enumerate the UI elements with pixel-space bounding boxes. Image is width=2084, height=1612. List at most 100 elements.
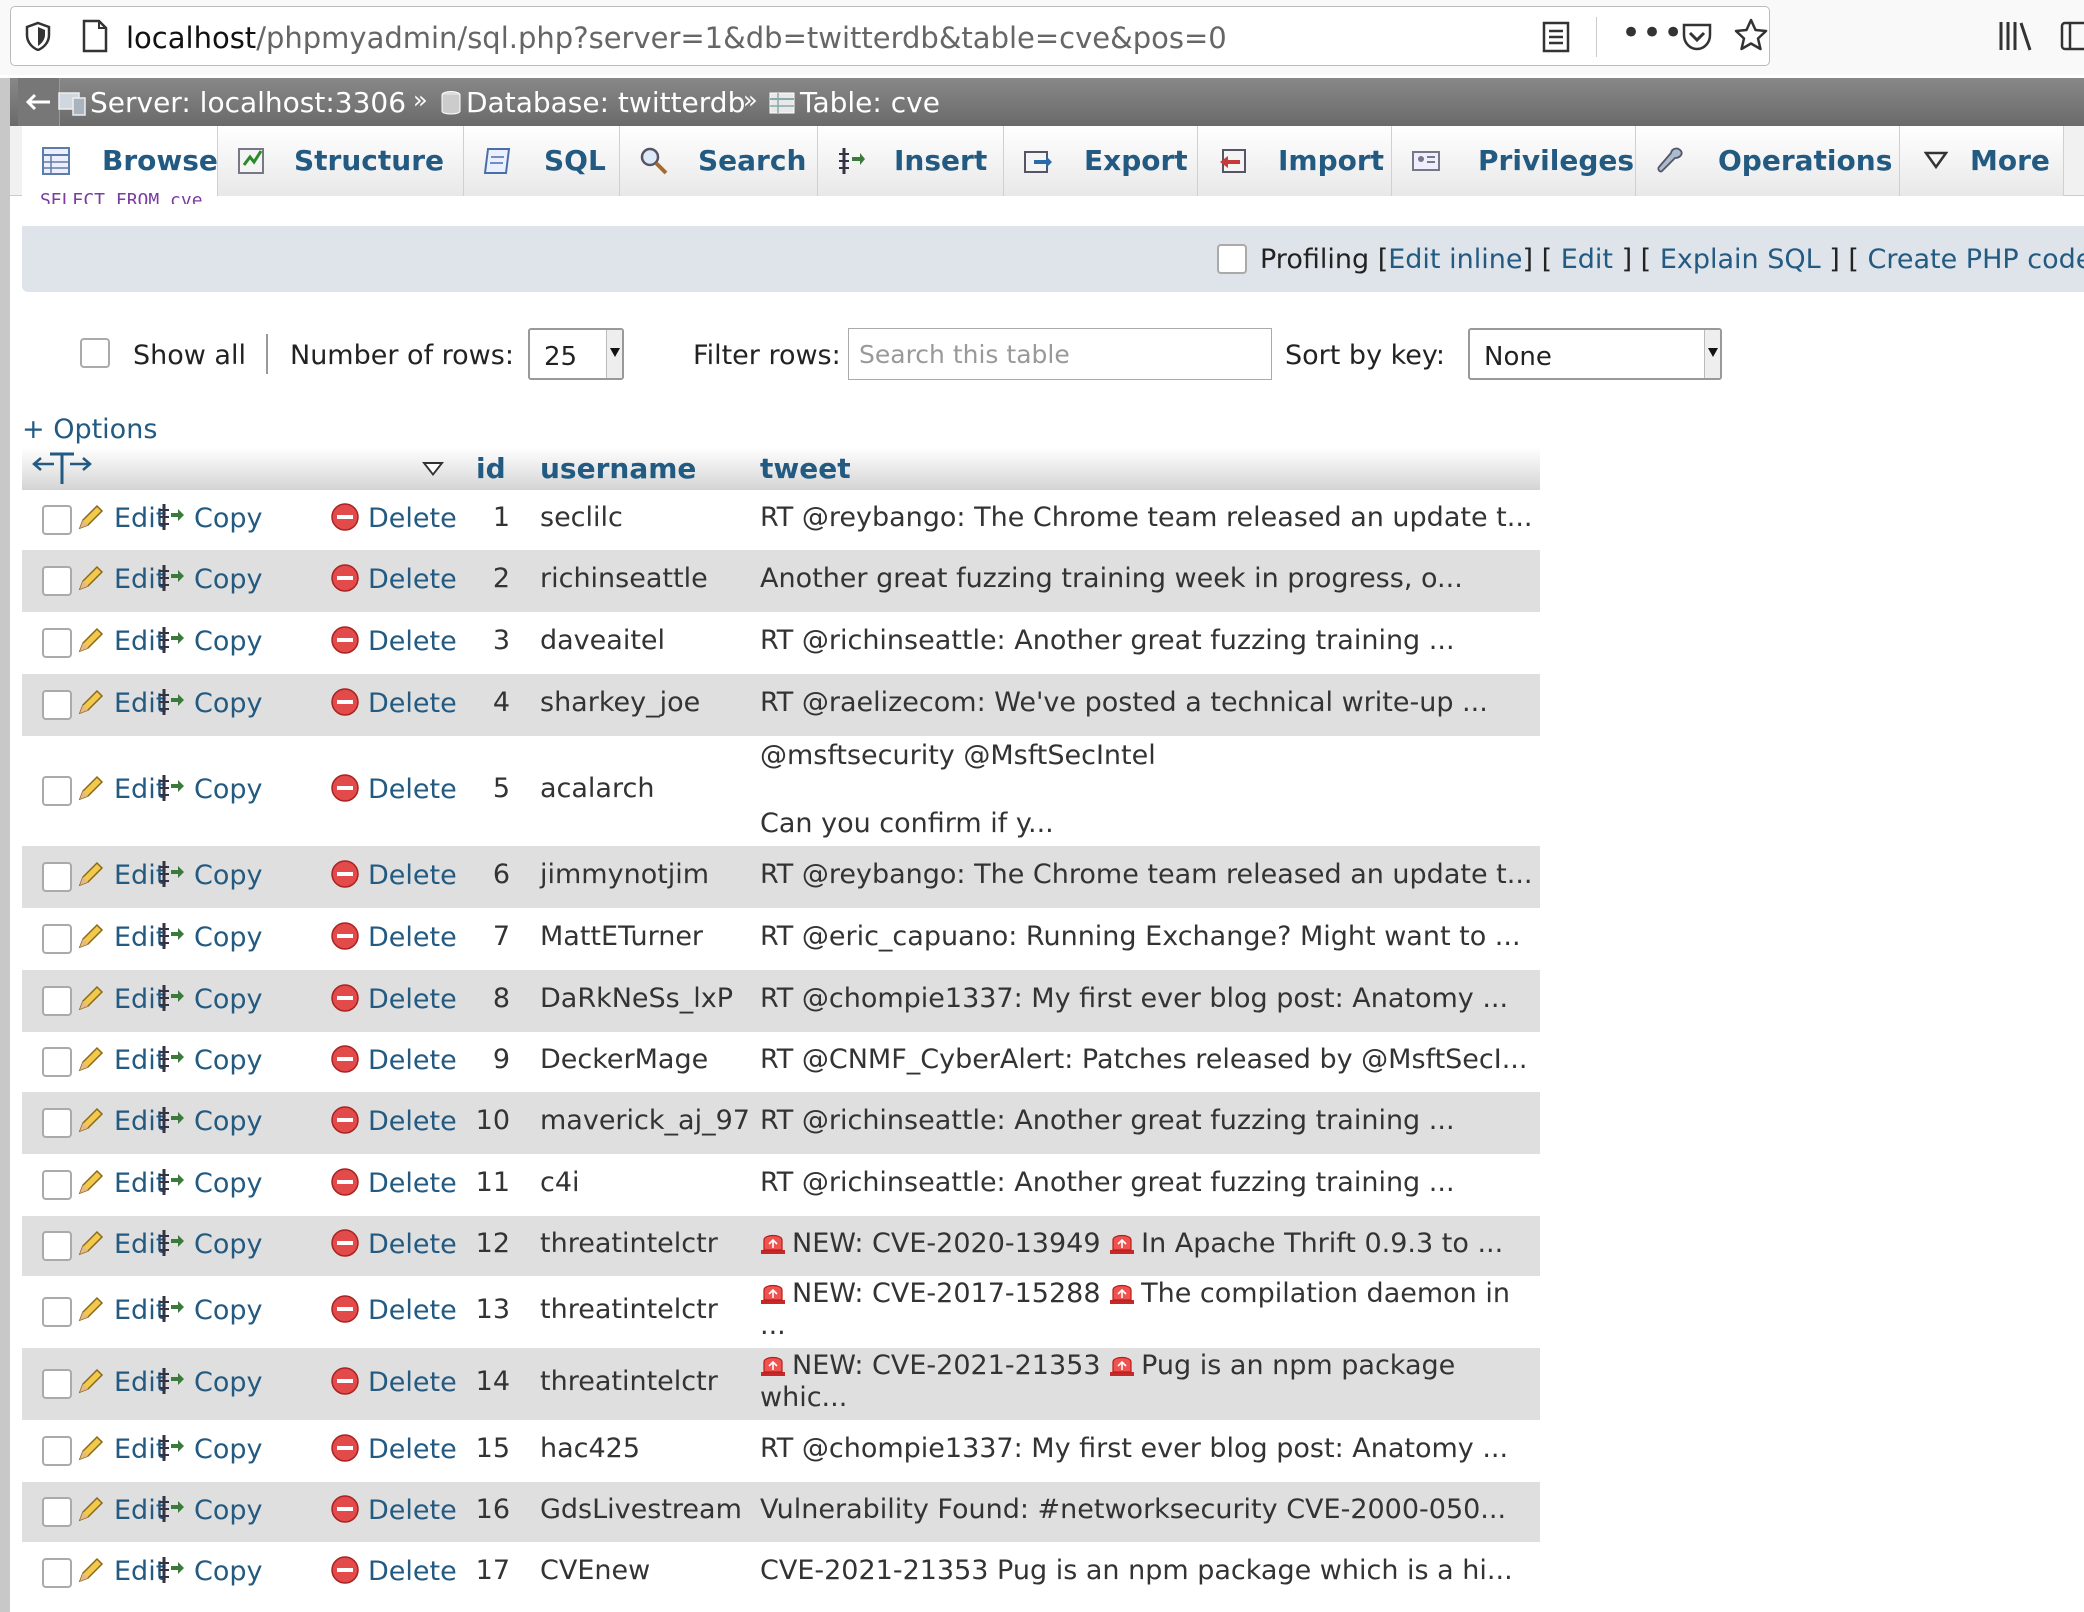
breadcrumb-table[interactable]: Table: cve — [768, 86, 940, 119]
delete-row-button[interactable]: Delete — [330, 859, 457, 891]
delete-row-button[interactable]: Delete — [330, 502, 457, 534]
copy-row-button[interactable]: Copy — [156, 1494, 263, 1526]
edit-row-button[interactable]: Edit — [76, 1433, 166, 1465]
delete-row-button[interactable]: Delete — [330, 1228, 457, 1260]
delete-row-button[interactable]: Delete — [330, 687, 457, 719]
tab-browse[interactable]: Browse — [22, 126, 218, 196]
row-select-checkbox[interactable] — [42, 1231, 72, 1261]
copy-row-button[interactable]: Copy — [156, 1167, 263, 1199]
copy-row-button[interactable]: Copy — [156, 1366, 263, 1398]
column-header-tweet[interactable]: tweet — [760, 452, 851, 485]
sidebar-icon[interactable] — [2060, 20, 2084, 52]
delete-row-button[interactable]: Delete — [330, 1494, 457, 1526]
copy-row-button[interactable]: Copy — [156, 1555, 263, 1587]
column-header-username[interactable]: username — [540, 452, 696, 485]
row-select-checkbox[interactable] — [42, 505, 72, 535]
reader-view-icon[interactable] — [1541, 21, 1571, 53]
breadcrumb-database[interactable]: Database: twitterdb — [440, 86, 745, 119]
row-select-checkbox[interactable] — [42, 628, 72, 658]
edit-row-button[interactable]: Edit — [76, 773, 166, 805]
delete-row-button[interactable]: Delete — [330, 1433, 457, 1465]
tab-insert[interactable]: Insert — [818, 126, 1004, 196]
sort-by-key-select[interactable]: None — [1468, 328, 1722, 380]
row-select-checkbox[interactable] — [42, 1297, 72, 1327]
copy-row-button[interactable]: Copy — [156, 563, 263, 595]
edit-row-button[interactable]: Edit — [76, 1105, 166, 1137]
row-select-checkbox[interactable] — [42, 1369, 72, 1399]
edit-row-button[interactable]: Edit — [76, 1044, 166, 1076]
edit-row-button[interactable]: Edit — [76, 983, 166, 1015]
edit-row-button[interactable]: Edit — [76, 1366, 166, 1398]
row-select-checkbox[interactable] — [42, 1436, 72, 1466]
edit-row-button[interactable]: Edit — [76, 1494, 166, 1526]
url-text[interactable]: localhost/phpmyadmin/sql.php?server=1&db… — [126, 21, 1227, 55]
delete-row-button[interactable]: Delete — [330, 625, 457, 657]
row-select-checkbox[interactable] — [42, 566, 72, 596]
row-select-checkbox[interactable] — [42, 1047, 72, 1077]
copy-row-button[interactable]: Copy — [156, 502, 263, 534]
bookmark-star-icon[interactable] — [1734, 18, 1768, 52]
copy-row-button[interactable]: Copy — [156, 625, 263, 657]
copy-row-button[interactable]: Copy — [156, 1294, 263, 1326]
delete-row-button[interactable]: Delete — [330, 1555, 457, 1587]
column-options-dropdown-icon[interactable] — [422, 462, 444, 476]
filter-rows-input[interactable] — [848, 328, 1272, 380]
tab-structure[interactable]: Structure — [218, 126, 464, 196]
breadcrumb-server[interactable]: Server: localhost:3306 — [58, 86, 406, 119]
shield-icon[interactable] — [25, 21, 51, 51]
copy-row-button[interactable]: Copy — [156, 1228, 263, 1260]
edit-row-button[interactable]: Edit — [76, 1228, 166, 1260]
edit-row-button[interactable]: Edit — [76, 921, 166, 953]
explain-sql-link[interactable]: Explain SQL — [1660, 244, 1821, 275]
copy-row-button[interactable]: Copy — [156, 921, 263, 953]
edit-row-button[interactable]: Edit — [76, 687, 166, 719]
navigation-panel-edge[interactable] — [0, 78, 10, 1612]
edit-row-button[interactable]: Edit — [76, 1294, 166, 1326]
delete-row-button[interactable]: Delete — [330, 1044, 457, 1076]
column-resize-icon[interactable] — [32, 450, 92, 486]
edit-row-button[interactable]: Edit — [76, 502, 166, 534]
row-select-checkbox[interactable] — [42, 862, 72, 892]
copy-row-button[interactable]: Copy — [156, 1433, 263, 1465]
row-select-checkbox[interactable] — [42, 924, 72, 954]
tab-operations[interactable]: Operations — [1636, 126, 1900, 196]
row-select-checkbox[interactable] — [42, 776, 72, 806]
row-select-checkbox[interactable] — [42, 1497, 72, 1527]
row-select-checkbox[interactable] — [42, 1170, 72, 1200]
delete-row-button[interactable]: Delete — [330, 773, 457, 805]
tab-more[interactable]: More — [1900, 126, 2064, 196]
edit-row-button[interactable]: Edit — [76, 1555, 166, 1587]
row-select-checkbox[interactable] — [42, 690, 72, 720]
delete-row-button[interactable]: Delete — [330, 1294, 457, 1326]
pocket-icon[interactable] — [1681, 21, 1713, 53]
delete-row-button[interactable]: Delete — [330, 983, 457, 1015]
tab-export[interactable]: Export — [1004, 126, 1198, 196]
delete-row-button[interactable]: Delete — [330, 921, 457, 953]
edit-row-button[interactable]: Edit — [76, 859, 166, 891]
row-select-checkbox[interactable] — [42, 986, 72, 1016]
page-info-icon[interactable] — [81, 19, 109, 53]
collapse-navigation-button[interactable] — [18, 78, 60, 126]
options-toggle-link[interactable]: + Options — [22, 414, 157, 445]
show-all-checkbox[interactable] — [80, 338, 110, 368]
row-select-checkbox[interactable] — [42, 1558, 72, 1588]
tab-privileges[interactable]: Privileges — [1392, 126, 1636, 196]
copy-row-button[interactable]: Copy — [156, 773, 263, 805]
copy-row-button[interactable]: Copy — [156, 859, 263, 891]
column-header-id[interactable]: id — [476, 452, 506, 485]
tab-import[interactable]: Import — [1198, 126, 1392, 196]
edit-row-button[interactable]: Edit — [76, 563, 166, 595]
create-php-code-link[interactable]: Create PHP code — [1868, 244, 2084, 275]
delete-row-button[interactable]: Delete — [330, 563, 457, 595]
url-bar[interactable]: localhost/phpmyadmin/sql.php?server=1&db… — [10, 6, 1770, 66]
delete-row-button[interactable]: Delete — [330, 1105, 457, 1137]
row-select-checkbox[interactable] — [42, 1108, 72, 1138]
tab-sql[interactable]: SQL — [464, 126, 620, 196]
edit-query-link[interactable]: Edit — [1561, 244, 1613, 275]
library-icon[interactable] — [1997, 20, 2033, 52]
copy-row-button[interactable]: Copy — [156, 983, 263, 1015]
edit-row-button[interactable]: Edit — [76, 625, 166, 657]
tab-search[interactable]: Search — [620, 126, 818, 196]
rows-per-page-select[interactable]: 25 — [528, 328, 624, 380]
delete-row-button[interactable]: Delete — [330, 1167, 457, 1199]
